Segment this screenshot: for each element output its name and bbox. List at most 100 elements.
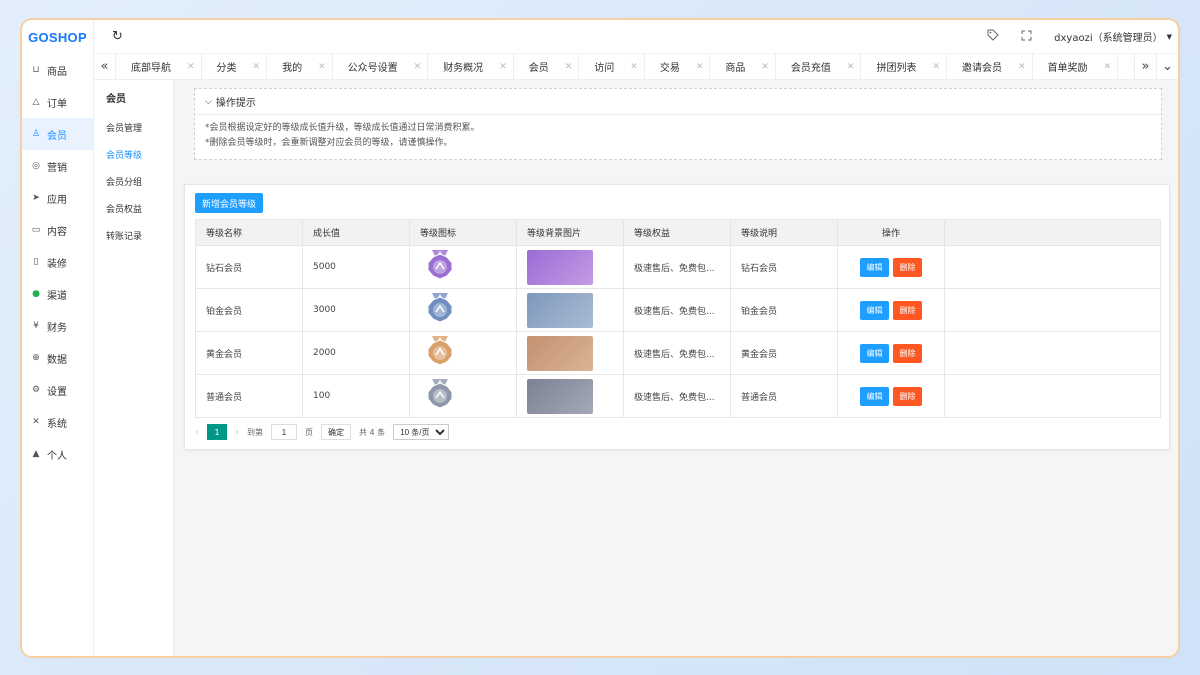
refresh-icon[interactable]: ↻ xyxy=(112,29,123,44)
tips-line: *会员根据设定好的等级成长值升级，等级成长值通过日常消费积累。 xyxy=(205,123,480,133)
target-icon: ◎ xyxy=(32,161,40,171)
tab-1[interactable]: 分类 ✕ xyxy=(202,53,268,80)
add-level-button[interactable]: 新增会员等级 xyxy=(195,193,264,213)
close-icon[interactable]: ✕ xyxy=(1104,62,1112,72)
nav-item-2[interactable]: ♙ 会员 xyxy=(22,118,93,150)
close-icon[interactable]: ✕ xyxy=(253,62,261,72)
close-icon[interactable]: ✕ xyxy=(630,62,638,72)
col-header: 等级名称 xyxy=(195,219,303,246)
benefit-cell: 极速售后、免费包... xyxy=(623,374,731,418)
close-icon[interactable]: ✕ xyxy=(847,62,855,72)
tab-7[interactable]: 交易 ✕ xyxy=(645,53,711,80)
close-icon[interactable]: ✕ xyxy=(696,62,704,72)
delete-button[interactable]: 删除 xyxy=(893,386,922,406)
nav-item-12[interactable]: ▲ 个人 xyxy=(22,438,93,470)
delete-button[interactable]: 删除 xyxy=(893,343,922,363)
prev-page-icon[interactable]: ‹ xyxy=(195,427,199,438)
nav-item-6[interactable]: ▯ 装修 xyxy=(22,246,93,278)
table-row: 铂金会员 3000 极速售后、免费包... 铂金会员 编辑 删除 xyxy=(195,288,1161,332)
level-icon-cell xyxy=(409,331,517,375)
tips-toggle[interactable]: ⌵ 操作提示 xyxy=(195,89,1161,115)
tab-10[interactable]: 拼团列表 ✕ xyxy=(861,53,948,80)
nav-item-9[interactable]: ⊕ 数据 xyxy=(22,342,93,374)
tab-8[interactable]: 商品 ✕ xyxy=(710,53,776,80)
nav-item-11[interactable]: ✕ 系统 xyxy=(22,406,93,438)
next-page-icon[interactable]: › xyxy=(235,427,239,438)
level-panel: 新增会员等级 等级名称 成长值 等级图标 等级背景图片 等级权益 等级说明 操作… xyxy=(184,184,1170,450)
sub-nav-item[interactable]: 会员权益 xyxy=(94,195,173,222)
growth-value-cell: 2000 xyxy=(302,331,410,375)
tab-0[interactable]: 底部导航 ✕ xyxy=(116,53,202,80)
nav-item-label: 应用 xyxy=(47,194,67,206)
nav-item-label: 商品 xyxy=(47,66,67,78)
nav-item-8[interactable]: ¥ 财务 xyxy=(22,310,93,342)
edit-button[interactable]: 编辑 xyxy=(860,257,889,277)
level-table: 等级名称 成长值 等级图标 等级背景图片 等级权益 等级说明 操作 钻石会员 50… xyxy=(195,219,1161,418)
tabs-menu-chevron-icon[interactable]: ⌄ xyxy=(1156,53,1178,80)
main-content: ⌵ 操作提示 *会员根据设定好的等级成长值升级，等级成长值通过日常消费积累。 *… xyxy=(174,80,1178,656)
tab-9[interactable]: 会员充值 ✕ xyxy=(776,53,862,80)
nav-item-0[interactable]: ⊔ 商品 xyxy=(22,54,93,86)
tab-12[interactable]: 首单奖励 ✕ xyxy=(1033,53,1119,80)
close-icon[interactable]: ✕ xyxy=(1018,62,1026,72)
sub-nav-item[interactable]: 会员管理 xyxy=(94,114,173,141)
col-header: 操作 xyxy=(837,219,945,246)
tabs-scroll-left-icon[interactable]: « xyxy=(94,53,116,80)
nav-item-3[interactable]: ◎ 营销 xyxy=(22,150,93,182)
sub-nav-item[interactable]: 会员等级 xyxy=(94,141,173,168)
level-icon-cell xyxy=(409,288,517,332)
benefit-cell: 极速售后、免费包... xyxy=(623,245,731,289)
brand-logo[interactable]: GOSHOP xyxy=(22,20,93,54)
main-nav: ⊔ 商品 △ 订单 ♙ 会员 ◎ 营销 ➤ 应用 ▭ 内容 ▯ 装修 ● 渠道 ¥ 财务 ⊕ 数据 ⚙ 设置 ✕ 系统 ▲ 个人 xyxy=(22,54,93,470)
nav-item-label: 设置 xyxy=(47,386,67,398)
close-icon[interactable]: ✕ xyxy=(499,62,507,72)
goto-page-input[interactable] xyxy=(271,424,297,440)
tab-5[interactable]: 会员 ✕ xyxy=(514,53,580,80)
description-cell: 黄金会员 xyxy=(730,331,838,375)
edit-button[interactable]: 编辑 xyxy=(860,343,889,363)
tab-4[interactable]: 财务概况 ✕ xyxy=(428,53,514,80)
nav-item-1[interactable]: △ 订单 xyxy=(22,86,93,118)
chevron-down-icon: ▼ xyxy=(1166,32,1172,41)
page-size-select[interactable]: 10 条/页 xyxy=(393,424,450,440)
nav-item-4[interactable]: ➤ 应用 xyxy=(22,182,93,214)
sub-nav-item[interactable]: 会员分组 xyxy=(94,168,173,195)
tab-3[interactable]: 公众号设置 ✕ xyxy=(333,53,429,80)
tab-label: 会员充值 xyxy=(790,63,831,74)
fullscreen-icon[interactable] xyxy=(1021,30,1032,44)
tab-2[interactable]: 我的 ✕ xyxy=(267,53,333,80)
tab-label: 财务概况 xyxy=(443,63,484,74)
tab-label: 公众号设置 xyxy=(347,63,398,74)
close-icon[interactable]: ✕ xyxy=(565,62,573,72)
tools-icon: ✕ xyxy=(32,417,40,427)
tab-13[interactable]: 注册奖励✕ xyxy=(1118,54,1134,80)
close-icon[interactable]: ✕ xyxy=(761,62,769,72)
nav-item-label: 数据 xyxy=(47,354,67,366)
description-cell: 钻石会员 xyxy=(730,245,838,289)
header-actions: dxyaozi（系统管理员） ▼ xyxy=(987,29,1178,44)
nav-item-10[interactable]: ⚙ 设置 xyxy=(22,374,93,406)
goto-confirm-button[interactable]: 确定 xyxy=(321,424,351,440)
close-icon[interactable]: ✕ xyxy=(932,62,940,72)
delete-button[interactable]: 删除 xyxy=(893,300,922,320)
nav-item-7[interactable]: ● 渠道 xyxy=(22,278,93,310)
empty-cell xyxy=(944,288,1161,332)
edit-button[interactable]: 编辑 xyxy=(860,386,889,406)
tab-6[interactable]: 访问 ✕ xyxy=(579,53,645,80)
close-icon[interactable]: ✕ xyxy=(187,62,195,72)
operation-tips: ⌵ 操作提示 *会员根据设定好的等级成长值升级，等级成长值通过日常消费积累。 *… xyxy=(194,88,1162,160)
nav-item-5[interactable]: ▭ 内容 xyxy=(22,214,93,246)
col-header: 等级权益 xyxy=(623,219,731,246)
medal-icon xyxy=(427,292,453,323)
edit-button[interactable]: 编辑 xyxy=(860,300,889,320)
user-menu[interactable]: dxyaozi（系统管理员） ▼ xyxy=(1054,29,1172,45)
tabs-scroll-right-icon[interactable]: » xyxy=(1134,53,1156,80)
tab-11[interactable]: 邀请会员 ✕ xyxy=(947,53,1033,80)
close-icon[interactable]: ✕ xyxy=(414,62,422,72)
delete-button[interactable]: 删除 xyxy=(893,257,922,277)
tag-icon[interactable] xyxy=(987,29,999,44)
close-icon[interactable]: ✕ xyxy=(318,62,326,72)
gear-icon: ⚙ xyxy=(31,385,41,395)
current-page[interactable]: 1 xyxy=(207,424,227,440)
sub-nav-item[interactable]: 转账记录 xyxy=(94,222,173,249)
